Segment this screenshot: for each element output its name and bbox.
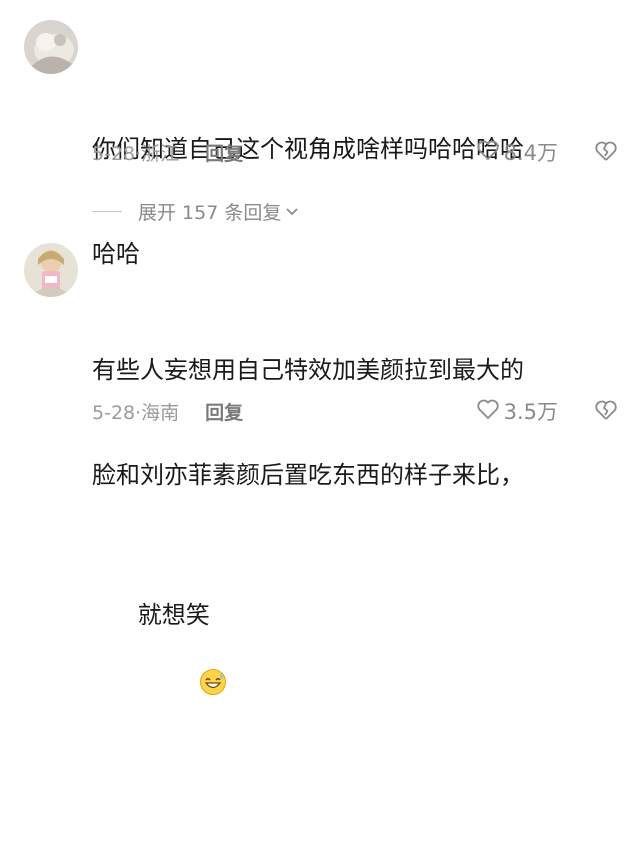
broken-heart-icon[interactable] [594, 399, 618, 425]
heart-outline-icon [476, 139, 500, 166]
broken-heart-icon[interactable] [594, 140, 618, 166]
avatar[interactable] [24, 243, 78, 297]
grinning-sweat-emoji [138, 633, 227, 741]
expand-replies[interactable]: 展开 157 条回复 [92, 196, 299, 226]
expand-replies-label: 展开 157 条回复 [138, 201, 282, 224]
like-button[interactable]: 3.5万 [476, 396, 558, 426]
divider [92, 210, 122, 212]
heart-outline-icon [476, 398, 500, 425]
like-button[interactable]: 8.4万 [476, 137, 558, 167]
like-count: 3.5万 [503, 400, 558, 424]
reply-button[interactable]: 回复 [205, 139, 243, 166]
avatar[interactable] [24, 20, 78, 74]
chevron-down-icon [285, 200, 299, 222]
reply-button[interactable]: 回复 [205, 398, 243, 425]
comment-date-location: 5-28·浙江 [92, 142, 180, 165]
like-count: 8.4万 [503, 141, 558, 165]
comment-text: 有些人妄想用自己特效加美颜拉到最大的 脸和刘亦菲素颜后置吃东西的样子来比， 就想… [92, 283, 612, 846]
comment-date-location: 5-28·海南 [92, 401, 180, 424]
